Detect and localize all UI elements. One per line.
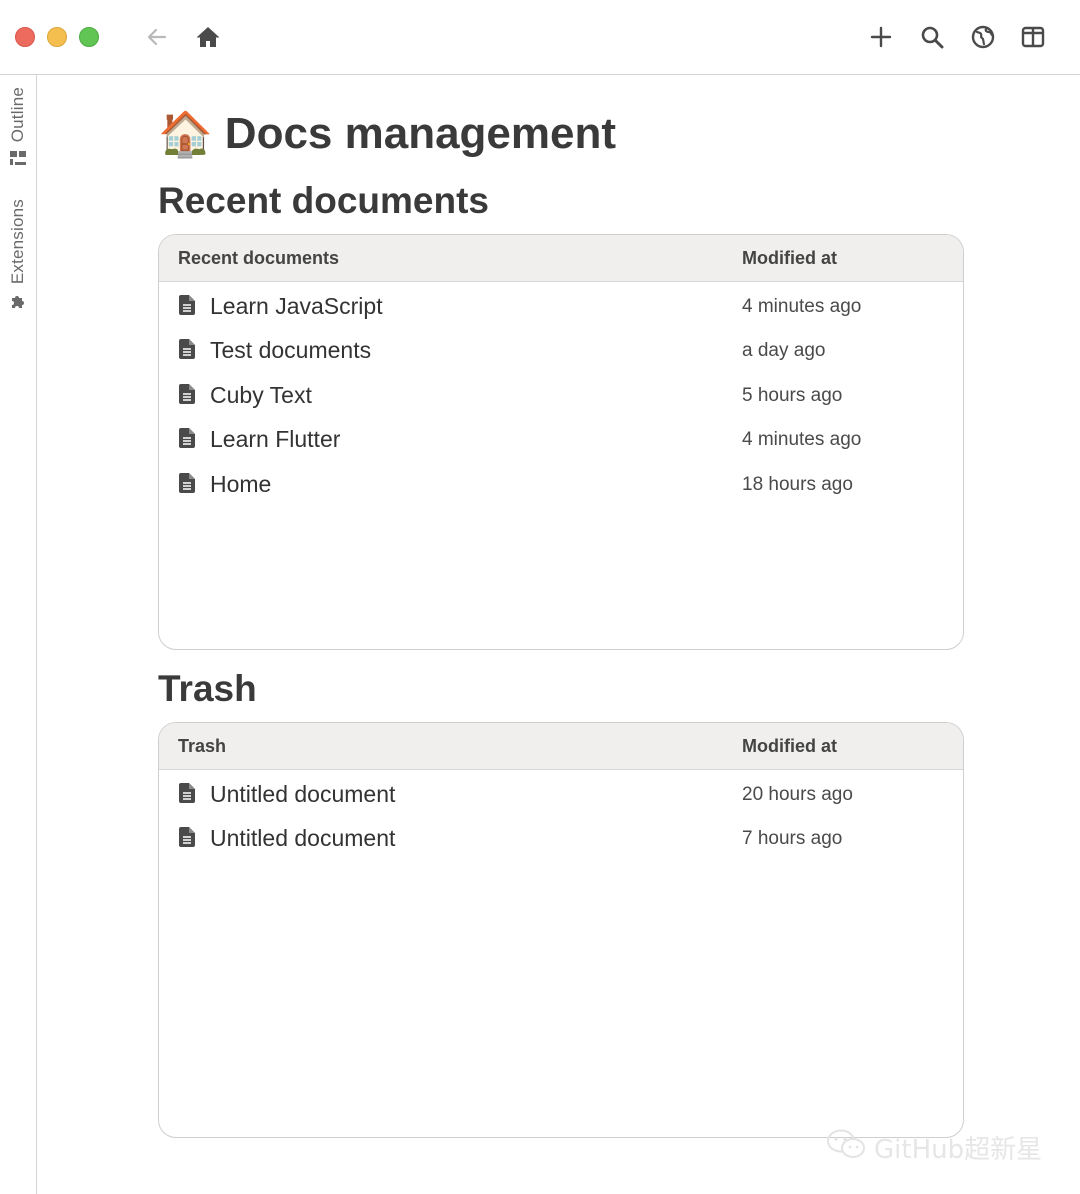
document-name: Test documents	[210, 337, 372, 364]
document-name: Home	[210, 470, 272, 497]
document-name: Untitled document	[210, 781, 396, 807]
document-icon	[179, 295, 195, 320]
document-name: Learn JavaScript	[210, 293, 383, 319]
document-name: Untitled document	[210, 825, 396, 852]
modified-at: 4 minutes ago	[742, 429, 862, 451]
tab-extensions[interactable]: Extensions	[0, 199, 36, 315]
back-arrow-icon[interactable]	[142, 22, 172, 52]
column-header-modified: Modified at	[742, 736, 837, 756]
document-name: Cuby Text	[210, 381, 312, 408]
trash-heading: Trash	[158, 668, 257, 709]
split-view-icon[interactable]	[1018, 22, 1048, 52]
watermark: GitHub超新星	[826, 1128, 1042, 1167]
document-icon	[179, 472, 195, 498]
table-row[interactable]: Untitled document 20 hours ago	[159, 772, 963, 816]
tab-outline[interactable]: Outline	[0, 87, 36, 171]
table-header: Recent documents Modified at	[159, 235, 963, 282]
puzzle-icon	[9, 292, 27, 315]
document-icon	[179, 428, 195, 453]
sidebar: Outline Extensions	[0, 75, 37, 1194]
zoom-window-button[interactable]	[79, 27, 99, 47]
outline-icon	[9, 150, 27, 171]
plus-icon[interactable]	[866, 22, 896, 52]
document-name: Learn Flutter	[210, 426, 341, 453]
tab-extensions-label: Extensions	[8, 199, 27, 285]
document-icon	[179, 827, 195, 852]
title-bar	[0, 0, 1080, 75]
table-row[interactable]: Test documents a day ago	[159, 328, 963, 372]
watermark-text: GitHub超新星	[874, 1135, 1043, 1165]
modified-at: 7 hours ago	[742, 828, 843, 850]
table-row[interactable]: Cuby Text 5 hours ago	[159, 373, 963, 417]
document-icon	[179, 783, 195, 808]
recent-heading: Recent documents	[158, 180, 490, 221]
document-icon	[179, 383, 195, 409]
table-header: Trash Modified at	[159, 723, 963, 770]
table-row[interactable]: Untitled document 7 hours ago	[159, 816, 963, 860]
globe-icon[interactable]	[968, 22, 998, 52]
table-row[interactable]: Home 18 hours ago	[159, 462, 963, 506]
page-title-text: Docs management	[224, 109, 617, 158]
modified-at: 18 hours ago	[742, 473, 853, 495]
modified-at: 20 hours ago	[742, 784, 853, 805]
table-row[interactable]: Learn Flutter 4 minutes ago	[159, 417, 963, 461]
column-header-name: Trash	[178, 736, 227, 756]
wechat-icon	[826, 1128, 866, 1167]
modified-at: a day ago	[742, 340, 826, 362]
document-icon	[179, 339, 195, 364]
column-header-modified: Modified at	[742, 248, 837, 268]
home-icon[interactable]	[193, 22, 223, 52]
page-title: 🏠 Docs management	[158, 108, 616, 160]
search-icon[interactable]	[917, 22, 947, 52]
recent-documents-table: Recent documents Modified at Learn JavaS…	[158, 234, 964, 650]
page-emoji: 🏠	[158, 110, 213, 159]
tab-outline-label: Outline	[8, 87, 27, 143]
column-header-name: Recent documents	[178, 248, 340, 268]
minimize-window-button[interactable]	[47, 27, 67, 47]
modified-at: 5 hours ago	[742, 384, 843, 406]
table-row[interactable]: Learn JavaScript 4 minutes ago	[159, 284, 963, 328]
modified-at: 4 minutes ago	[742, 296, 862, 317]
close-window-button[interactable]	[15, 27, 35, 47]
trash-table: Trash Modified at Untitled document 20 h…	[158, 722, 964, 1138]
